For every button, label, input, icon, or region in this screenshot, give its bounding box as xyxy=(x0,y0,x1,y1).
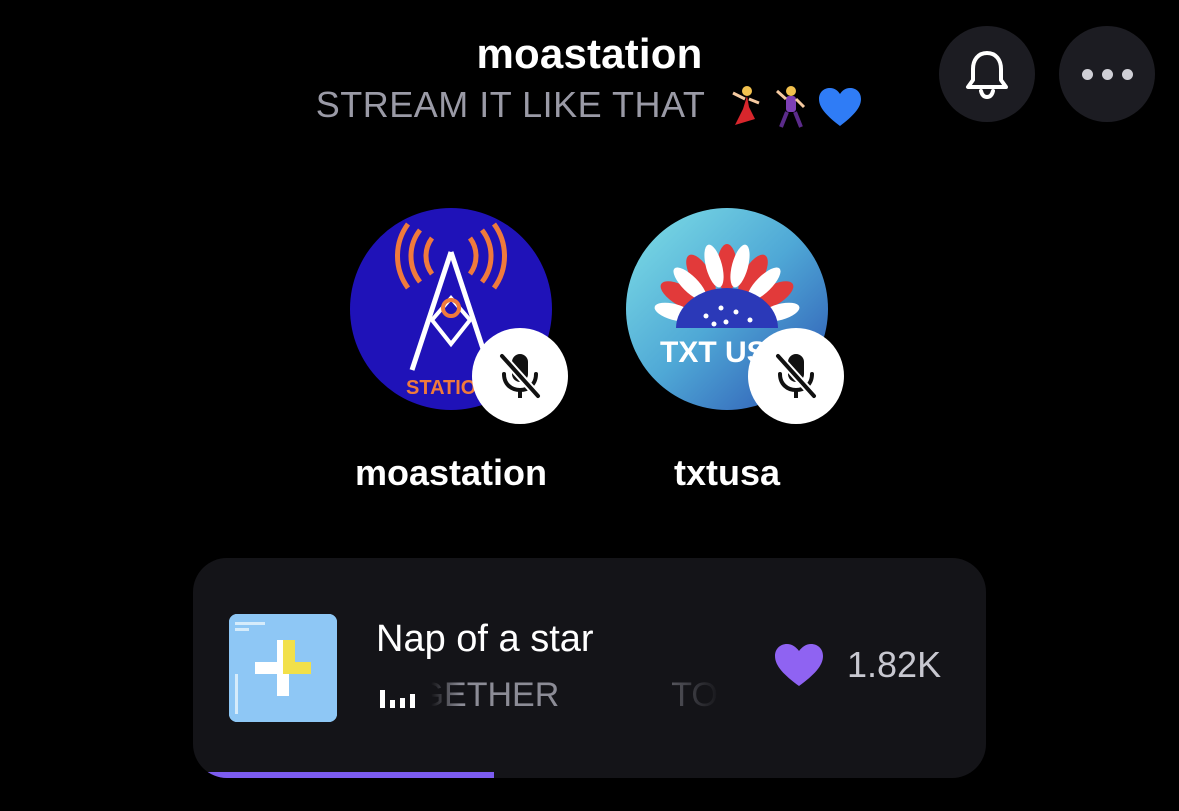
space-screen: moastation STREAM IT LIKE THAT STATIO mo… xyxy=(0,0,1179,811)
dancing-woman-emoji xyxy=(732,86,760,126)
speaker-name: txtusa xyxy=(673,452,781,493)
equalizer-icon xyxy=(380,690,415,708)
mic-off-icon xyxy=(774,352,818,400)
progress-fill xyxy=(193,772,495,778)
now-playing-card[interactable]: Nap of a star TOGETHER TOMORROW X TOGETHE… xyxy=(193,558,986,778)
muted-badge xyxy=(748,328,844,424)
bell-icon xyxy=(966,51,1008,100)
artist-name: TOGETHER xyxy=(431,676,560,714)
muted-badge xyxy=(472,328,568,424)
artist-name-repeat: TOMORROW X TOGETHER xyxy=(671,676,721,714)
subtitle-emoji xyxy=(725,85,863,129)
like-group[interactable]: 1.82K xyxy=(773,642,941,688)
mic-off-icon xyxy=(498,352,542,400)
more-horizontal-icon xyxy=(1081,68,1133,80)
subtitle-text: STREAM IT LIKE THAT xyxy=(315,84,705,125)
artist-marquee: TOGETHER TOMORROW X TOGETHER xyxy=(431,676,721,720)
avatar-station-text: STATIO xyxy=(406,377,476,399)
album-art xyxy=(229,614,337,722)
blue-heart-emoji xyxy=(819,88,862,127)
heart-icon[interactable] xyxy=(773,642,825,688)
playback-progress xyxy=(193,772,986,778)
speaker-moastation[interactable]: STATIO moastation xyxy=(331,208,571,494)
speaker-avatar-wrap: TXT US xyxy=(626,208,844,424)
notifications-button[interactable] xyxy=(939,26,1035,122)
speaker-txtusa[interactable]: TXT US txtusa xyxy=(607,208,847,494)
more-options-button[interactable] xyxy=(1059,26,1155,122)
dancing-man-emoji xyxy=(776,86,806,129)
track-title: Nap of a star xyxy=(376,618,594,660)
like-count: 1.82K xyxy=(847,644,942,685)
speaker-avatar-wrap: STATIO xyxy=(350,208,568,424)
speaker-name: moastation xyxy=(354,452,548,493)
